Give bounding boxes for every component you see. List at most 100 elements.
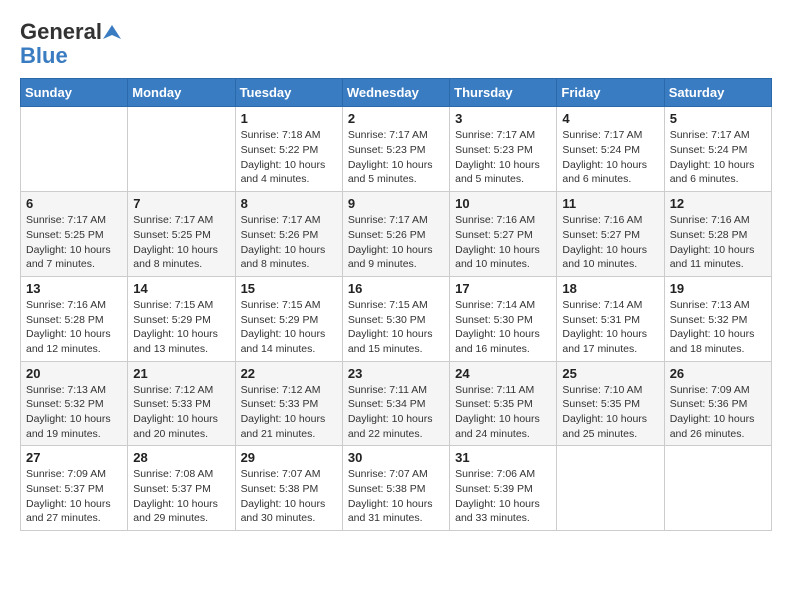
- calendar-cell: 17Sunrise: 7:14 AM Sunset: 5:30 PM Dayli…: [450, 276, 557, 361]
- calendar-cell: 7Sunrise: 7:17 AM Sunset: 5:25 PM Daylig…: [128, 192, 235, 277]
- calendar-week-row: 6 Sunrise: 7:17 AM Sunset: 5:25 PM Daylig…: [21, 192, 772, 277]
- calendar-week-row: 20Sunrise: 7:13 AM Sunset: 5:32 PM Dayli…: [21, 361, 772, 446]
- day-number: 8: [241, 196, 337, 211]
- day-number: 23: [348, 366, 444, 381]
- day-number: 18: [562, 281, 658, 296]
- day-number: 29: [241, 450, 337, 465]
- calendar-table: SundayMondayTuesdayWednesdayThursdayFrid…: [20, 78, 772, 531]
- day-number: 31: [455, 450, 551, 465]
- day-number: 10: [455, 196, 551, 211]
- calendar-header-row: SundayMondayTuesdayWednesdayThursdayFrid…: [21, 79, 772, 107]
- logo-general-text: General: [20, 20, 102, 44]
- day-number: 22: [241, 366, 337, 381]
- day-info: Sunrise: 7:16 AM Sunset: 5:27 PM Dayligh…: [455, 213, 551, 272]
- calendar-week-row: 1 Sunrise: 7:18 AM Sunset: 5:22 PM Daylig…: [21, 107, 772, 192]
- day-of-week-header: Thursday: [450, 79, 557, 107]
- calendar-cell: 28 Sunrise: 7:08 AM Sunset: 5:37 PM Dayli…: [128, 446, 235, 531]
- day-of-week-header: Saturday: [664, 79, 771, 107]
- day-info: Sunrise: 7:09 AM Sunset: 5:37 PM Dayligh…: [26, 467, 122, 526]
- calendar-cell: 31 Sunrise: 7:06 AM Sunset: 5:39 PM Dayli…: [450, 446, 557, 531]
- day-info: Sunrise: 7:17 AM Sunset: 5:23 PM Dayligh…: [348, 128, 444, 187]
- calendar-cell: 21 Sunrise: 7:12 AM Sunset: 5:33 PM Dayli…: [128, 361, 235, 446]
- calendar-cell: 10 Sunrise: 7:16 AM Sunset: 5:27 PM Dayli…: [450, 192, 557, 277]
- calendar-cell: 14 Sunrise: 7:15 AM Sunset: 5:29 PM Dayli…: [128, 276, 235, 361]
- day-info: Sunrise: 7:16 AM Sunset: 5:28 PM Dayligh…: [26, 298, 122, 357]
- calendar-cell: 27Sunrise: 7:09 AM Sunset: 5:37 PM Dayli…: [21, 446, 128, 531]
- day-of-week-header: Tuesday: [235, 79, 342, 107]
- day-info: Sunrise: 7:15 AM Sunset: 5:29 PM Dayligh…: [241, 298, 337, 357]
- day-info: Sunrise: 7:12 AM Sunset: 5:33 PM Dayligh…: [241, 383, 337, 442]
- day-info: Sunrise: 7:08 AM Sunset: 5:37 PM Dayligh…: [133, 467, 229, 526]
- day-number: 25: [562, 366, 658, 381]
- day-info: Sunrise: 7:07 AM Sunset: 5:38 PM Dayligh…: [348, 467, 444, 526]
- calendar-cell: 6 Sunrise: 7:17 AM Sunset: 5:25 PM Daylig…: [21, 192, 128, 277]
- logo: General Blue: [20, 20, 122, 68]
- calendar-cell: [664, 446, 771, 531]
- day-info: Sunrise: 7:15 AM Sunset: 5:30 PM Dayligh…: [348, 298, 444, 357]
- day-of-week-header: Sunday: [21, 79, 128, 107]
- day-of-week-header: Monday: [128, 79, 235, 107]
- day-info: Sunrise: 7:14 AM Sunset: 5:31 PM Dayligh…: [562, 298, 658, 357]
- day-info: Sunrise: 7:07 AM Sunset: 5:38 PM Dayligh…: [241, 467, 337, 526]
- calendar-cell: 5 Sunrise: 7:17 AM Sunset: 5:24 PM Daylig…: [664, 107, 771, 192]
- calendar-cell: 4Sunrise: 7:17 AM Sunset: 5:24 PM Daylig…: [557, 107, 664, 192]
- calendar-cell: 1 Sunrise: 7:18 AM Sunset: 5:22 PM Daylig…: [235, 107, 342, 192]
- calendar-cell: 12 Sunrise: 7:16 AM Sunset: 5:28 PM Dayli…: [664, 192, 771, 277]
- page-header: General Blue: [20, 20, 772, 68]
- calendar-week-row: 13 Sunrise: 7:16 AM Sunset: 5:28 PM Dayli…: [21, 276, 772, 361]
- day-number: 11: [562, 196, 658, 211]
- day-info: Sunrise: 7:17 AM Sunset: 5:26 PM Dayligh…: [241, 213, 337, 272]
- day-number: 30: [348, 450, 444, 465]
- day-number: 15: [241, 281, 337, 296]
- day-info: Sunrise: 7:17 AM Sunset: 5:26 PM Dayligh…: [348, 213, 444, 272]
- calendar-cell: 18 Sunrise: 7:14 AM Sunset: 5:31 PM Dayli…: [557, 276, 664, 361]
- calendar-cell: 29 Sunrise: 7:07 AM Sunset: 5:38 PM Dayli…: [235, 446, 342, 531]
- day-number: 24: [455, 366, 551, 381]
- calendar-cell: 26Sunrise: 7:09 AM Sunset: 5:36 PM Dayli…: [664, 361, 771, 446]
- calendar-cell: 24 Sunrise: 7:11 AM Sunset: 5:35 PM Dayli…: [450, 361, 557, 446]
- calendar-cell: 15 Sunrise: 7:15 AM Sunset: 5:29 PM Dayli…: [235, 276, 342, 361]
- day-number: 5: [670, 111, 766, 126]
- day-of-week-header: Wednesday: [342, 79, 449, 107]
- calendar-cell: [557, 446, 664, 531]
- day-number: 21: [133, 366, 229, 381]
- calendar-cell: 11 Sunrise: 7:16 AM Sunset: 5:27 PM Dayli…: [557, 192, 664, 277]
- calendar-cell: 23Sunrise: 7:11 AM Sunset: 5:34 PM Dayli…: [342, 361, 449, 446]
- day-number: 1: [241, 111, 337, 126]
- calendar-cell: 13 Sunrise: 7:16 AM Sunset: 5:28 PM Dayli…: [21, 276, 128, 361]
- day-number: 16: [348, 281, 444, 296]
- logo-bird-icon: [103, 23, 121, 41]
- day-info: Sunrise: 7:17 AM Sunset: 5:23 PM Dayligh…: [455, 128, 551, 187]
- calendar-cell: 8 Sunrise: 7:17 AM Sunset: 5:26 PM Daylig…: [235, 192, 342, 277]
- day-info: Sunrise: 7:15 AM Sunset: 5:29 PM Dayligh…: [133, 298, 229, 357]
- day-info: Sunrise: 7:06 AM Sunset: 5:39 PM Dayligh…: [455, 467, 551, 526]
- day-info: Sunrise: 7:17 AM Sunset: 5:25 PM Dayligh…: [26, 213, 122, 272]
- day-info: Sunrise: 7:17 AM Sunset: 5:24 PM Dayligh…: [670, 128, 766, 187]
- day-number: 14: [133, 281, 229, 296]
- day-info: Sunrise: 7:12 AM Sunset: 5:33 PM Dayligh…: [133, 383, 229, 442]
- day-info: Sunrise: 7:16 AM Sunset: 5:27 PM Dayligh…: [562, 213, 658, 272]
- day-info: Sunrise: 7:11 AM Sunset: 5:35 PM Dayligh…: [455, 383, 551, 442]
- calendar-cell: [128, 107, 235, 192]
- day-info: Sunrise: 7:18 AM Sunset: 5:22 PM Dayligh…: [241, 128, 337, 187]
- day-info: Sunrise: 7:13 AM Sunset: 5:32 PM Dayligh…: [670, 298, 766, 357]
- calendar-week-row: 27Sunrise: 7:09 AM Sunset: 5:37 PM Dayli…: [21, 446, 772, 531]
- calendar-cell: 9Sunrise: 7:17 AM Sunset: 5:26 PM Daylig…: [342, 192, 449, 277]
- calendar-cell: 16 Sunrise: 7:15 AM Sunset: 5:30 PM Dayli…: [342, 276, 449, 361]
- day-number: 4: [562, 111, 658, 126]
- calendar-cell: 25Sunrise: 7:10 AM Sunset: 5:35 PM Dayli…: [557, 361, 664, 446]
- day-number: 2: [348, 111, 444, 126]
- day-info: Sunrise: 7:16 AM Sunset: 5:28 PM Dayligh…: [670, 213, 766, 272]
- day-number: 7: [133, 196, 229, 211]
- day-number: 28: [133, 450, 229, 465]
- day-number: 3: [455, 111, 551, 126]
- logo-blue-text: Blue: [20, 44, 68, 68]
- calendar-cell: 20Sunrise: 7:13 AM Sunset: 5:32 PM Dayli…: [21, 361, 128, 446]
- day-info: Sunrise: 7:09 AM Sunset: 5:36 PM Dayligh…: [670, 383, 766, 442]
- day-of-week-header: Friday: [557, 79, 664, 107]
- day-number: 20: [26, 366, 122, 381]
- day-number: 6: [26, 196, 122, 211]
- day-number: 12: [670, 196, 766, 211]
- day-number: 13: [26, 281, 122, 296]
- calendar-cell: 22 Sunrise: 7:12 AM Sunset: 5:33 PM Dayli…: [235, 361, 342, 446]
